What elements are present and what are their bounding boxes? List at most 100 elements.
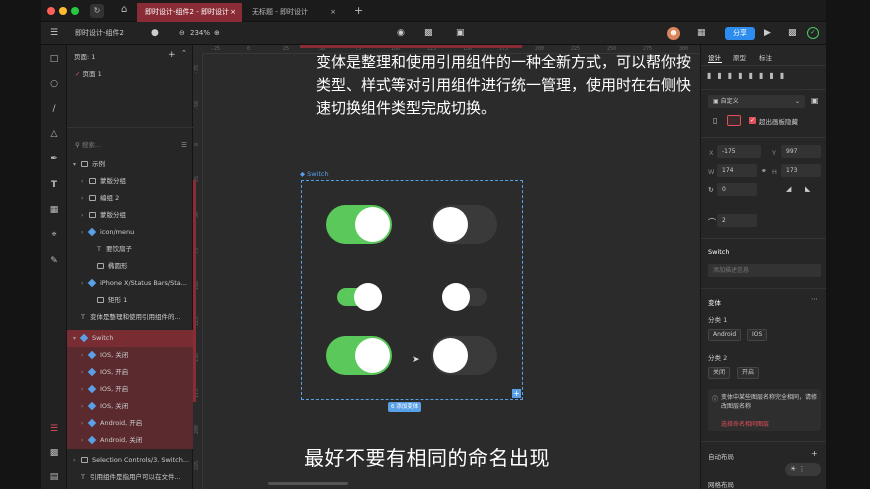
assets-panel-icon[interactable]: ▩: [48, 447, 60, 459]
close-tab-icon[interactable]: ×: [330, 3, 336, 22]
theme-toggle[interactable]: ☀ ⋮: [785, 463, 821, 476]
crop-tool-icon[interactable]: ⌖: [48, 229, 60, 241]
flip-vertical-icon[interactable]: ◣: [805, 185, 810, 193]
library-icon[interactable]: ▦: [697, 27, 706, 40]
text-tool-icon[interactable]: T: [48, 179, 60, 191]
expand-chevron-icon[interactable]: ›: [81, 173, 89, 190]
layer-item[interactable]: T 引用组件是指用户可以在文件...: [67, 469, 193, 486]
comment-icon[interactable]: ●: [151, 27, 159, 40]
pencil-tool-icon[interactable]: ✎: [48, 255, 60, 267]
layer-item[interactable]: ▾ 示例: [67, 156, 193, 173]
filter-icon[interactable]: ☰: [181, 137, 187, 154]
x-input[interactable]: -175: [717, 145, 761, 158]
layer-item[interactable]: T 要饮扇子: [67, 241, 193, 258]
switch-android-on[interactable]: [337, 283, 382, 311]
zoom-out-icon[interactable]: ⊖: [179, 27, 185, 40]
switch-android-off[interactable]: [442, 283, 487, 311]
layer-item[interactable]: › icon/menu: [67, 224, 193, 241]
switch-component-frame[interactable]: ➤ +: [301, 180, 523, 400]
frame-tool-icon[interactable]: □: [48, 53, 60, 65]
landscape-button[interactable]: [727, 115, 741, 126]
mask-icon[interactable]: ▩: [424, 27, 433, 40]
switch-ios-on[interactable]: [326, 205, 392, 244]
zoom-in-icon[interactable]: ⊕: [214, 27, 220, 40]
layer-search[interactable]: ⚲ 搜索... ☰: [67, 137, 193, 154]
layer-item[interactable]: › 蒙版分组: [67, 207, 193, 224]
ellipse-tool-icon[interactable]: ○: [48, 78, 60, 90]
book-icon[interactable]: ▤: [48, 471, 60, 483]
search-input[interactable]: 搜索...: [82, 141, 101, 149]
option-ios[interactable]: IOS: [747, 329, 768, 341]
select-duplicate-link[interactable]: 选择命名相同图层: [721, 419, 769, 428]
switch-ios-off[interactable]: [431, 205, 497, 244]
menu-icon[interactable]: ☰: [50, 27, 58, 40]
layer-item[interactable]: › IOS, 关闭: [67, 398, 193, 415]
new-tab-button[interactable]: +: [354, 4, 363, 17]
expand-chevron-icon[interactable]: ›: [81, 207, 89, 224]
layer-item[interactable]: 矩形 1: [67, 292, 193, 309]
layer-item[interactable]: ▾ Switch: [67, 330, 193, 347]
add-variant-icon[interactable]: +: [512, 389, 521, 398]
zoom-level[interactable]: 234%: [190, 27, 210, 40]
description-input[interactable]: 添加描述信息: [708, 264, 821, 277]
lock-ratio-icon[interactable]: ⚭: [761, 167, 767, 175]
add-auto-layout-icon[interactable]: +: [811, 449, 818, 458]
layer-item[interactable]: › iPhone X/Status Bars/Sta...: [67, 275, 193, 292]
switch-ios-on-duplicate[interactable]: [326, 336, 392, 375]
share-button[interactable]: 分享: [725, 27, 755, 40]
tab-active-file[interactable]: 即时设计-组件2 - 即时设计 ×: [137, 3, 242, 22]
align-toolbar[interactable]: ▮▮▮▮▮▮▮▮: [707, 71, 821, 80]
height-input[interactable]: 173: [781, 164, 821, 177]
option-off[interactable]: 关闭: [708, 367, 731, 379]
add-page-icon[interactable]: +: [168, 50, 176, 60]
avatar[interactable]: ☻: [667, 27, 680, 40]
tab-annotation[interactable]: 标注: [759, 52, 772, 62]
more-icon[interactable]: ⋯: [811, 295, 818, 303]
layer-item[interactable]: › IOS, 开启: [67, 381, 193, 398]
layer-item[interactable]: › 蒙版分组: [67, 173, 193, 190]
rotation-input[interactable]: 0: [717, 183, 757, 196]
close-window-button[interactable]: [47, 7, 55, 15]
option-android[interactable]: Android: [708, 329, 742, 341]
layer-item[interactable]: › Android, 开启: [67, 415, 193, 432]
scrollbar-horizontal[interactable]: [268, 482, 348, 485]
home-icon[interactable]: ⌂: [121, 4, 127, 15]
layer-item[interactable]: › IOS, 关闭: [67, 347, 193, 364]
line-tool-icon[interactable]: ∕: [48, 103, 60, 115]
layer-item[interactable]: › 编组 2: [67, 190, 193, 207]
switch-ios-off-duplicate[interactable]: [431, 336, 497, 375]
frame-label[interactable]: ◆ Switch: [300, 170, 329, 178]
component-icon[interactable]: ◉: [397, 27, 405, 40]
layer-item[interactable]: › Android, 关闭: [67, 432, 193, 449]
expand-chevron-icon[interactable]: ▾: [73, 156, 81, 173]
option-on[interactable]: 开启: [737, 367, 760, 379]
tab-design[interactable]: 设计: [708, 52, 721, 62]
expand-chevron-icon[interactable]: ›: [81, 190, 89, 207]
close-tab-icon[interactable]: ×: [230, 3, 236, 22]
y-input[interactable]: 997: [781, 145, 821, 158]
canvas-text-layer[interactable]: 变体是整理和使用引用组件的一种全新方式，可以帮你按类型、样式等对引用组件进行统一…: [316, 51, 700, 115]
radius-input[interactable]: 2: [717, 214, 757, 227]
image-tool-icon[interactable]: ▦: [48, 204, 60, 216]
play-icon[interactable]: ▶: [764, 27, 771, 40]
canvas[interactable]: -25 0 25 50 75 100 125 150 175 200 225 250 275 300 -7…: [193, 45, 700, 489]
layer-item[interactable]: 椭圆形: [67, 258, 193, 275]
reload-icon[interactable]: ↻: [90, 4, 104, 18]
width-input[interactable]: 174: [717, 164, 757, 177]
expand-chevron-icon[interactable]: ›: [73, 452, 81, 469]
page-item[interactable]: ✓ 页面 1: [67, 66, 193, 83]
file-name[interactable]: 即时设计-组件2: [75, 27, 124, 40]
layer-item[interactable]: › Selection Controls/3. Switch...: [67, 452, 193, 469]
collapse-pages-icon[interactable]: ⌃: [181, 49, 187, 57]
minimize-window-button[interactable]: [59, 7, 67, 15]
layers-panel-icon[interactable]: ☰: [48, 423, 60, 435]
constraint-select[interactable]: ▣ 自定义 ⌄: [708, 95, 805, 108]
polygon-tool-icon[interactable]: △: [48, 128, 60, 140]
frame-icon[interactable]: ▣: [456, 27, 465, 40]
tab-untitled[interactable]: 无标题 - 即时设计 ×: [244, 3, 342, 22]
export-icon[interactable]: ▩: [788, 27, 797, 40]
add-variant-button[interactable]: 6 添加变体: [388, 402, 422, 412]
portrait-icon[interactable]: ▯: [713, 116, 717, 125]
layer-item[interactable]: T 变体是整理和使用引用组件的...: [67, 309, 193, 326]
layer-item[interactable]: › IOS, 开启: [67, 364, 193, 381]
